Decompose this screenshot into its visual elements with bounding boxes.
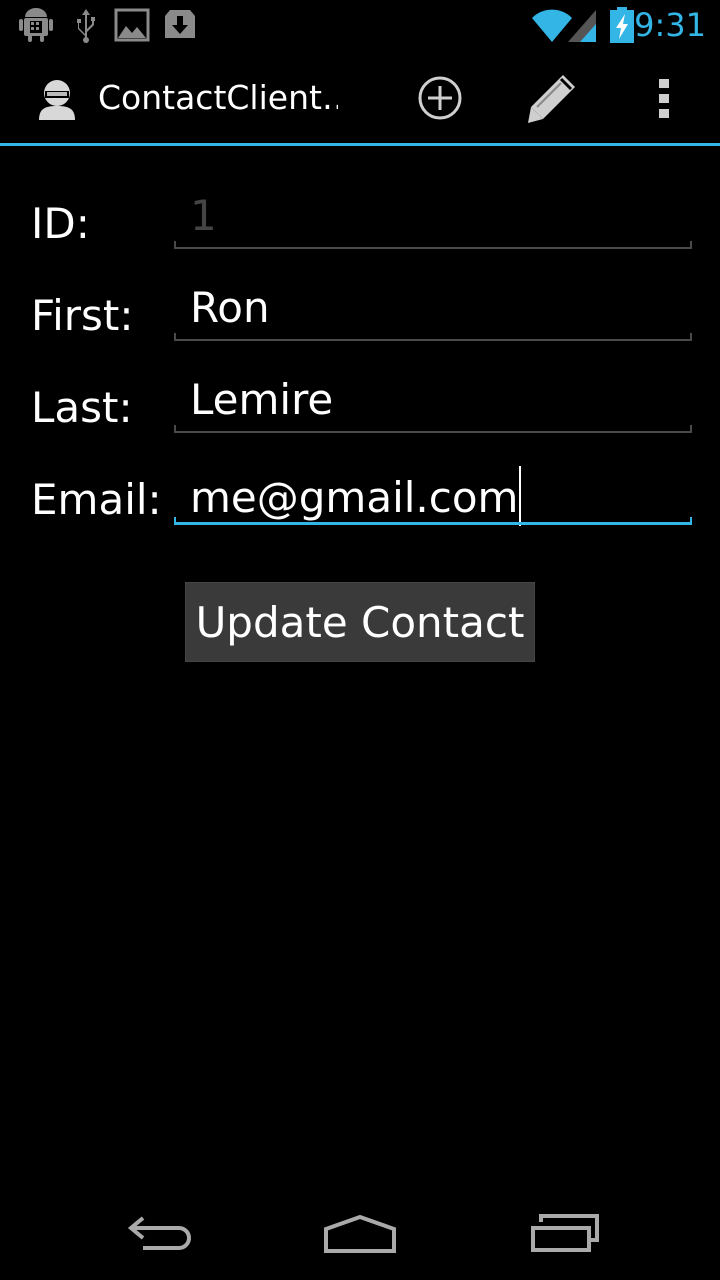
usb-icon xyxy=(77,9,95,43)
navigation-bar xyxy=(0,1188,720,1280)
overflow-menu-icon xyxy=(659,79,669,118)
email-field-value: me@gmail.com xyxy=(190,473,519,522)
back-icon xyxy=(127,1216,191,1250)
add-contact-button[interactable] xyxy=(412,70,468,126)
status-time: 9:31 xyxy=(634,6,706,44)
email-underline-focused xyxy=(174,517,692,525)
home-icon xyxy=(324,1214,396,1253)
battery-charging-icon xyxy=(610,7,634,43)
app-title: ContactClient… xyxy=(98,78,338,117)
android-debug-icon xyxy=(19,8,53,42)
action-bar-divider xyxy=(0,143,720,146)
back-button[interactable] xyxy=(120,1206,200,1262)
download-icon xyxy=(165,10,195,38)
id-field-underline xyxy=(174,241,692,249)
first-name-underline xyxy=(174,333,692,341)
text-cursor xyxy=(519,466,522,526)
update-contact-button[interactable]: Update Contact xyxy=(185,582,535,662)
edit-pencil-icon xyxy=(528,75,575,123)
first-name-label: First: xyxy=(31,291,134,340)
wifi-signal-icon xyxy=(532,9,596,42)
email-label: Email: xyxy=(31,475,162,524)
add-circle-icon xyxy=(418,76,462,120)
home-button[interactable] xyxy=(320,1206,400,1262)
recent-apps-button[interactable] xyxy=(522,1206,602,1262)
edit-button[interactable] xyxy=(524,70,580,126)
action-bar: ContactClient… xyxy=(0,50,720,144)
last-name-underline xyxy=(174,425,692,433)
contact-avatar-icon[interactable] xyxy=(34,76,80,122)
image-icon xyxy=(114,8,150,42)
id-label: ID: xyxy=(31,199,90,248)
last-name-label: Last: xyxy=(31,383,133,432)
overflow-menu-button[interactable] xyxy=(636,70,692,126)
status-bar: 9:31 xyxy=(0,0,720,50)
recent-apps-icon xyxy=(531,1214,599,1252)
